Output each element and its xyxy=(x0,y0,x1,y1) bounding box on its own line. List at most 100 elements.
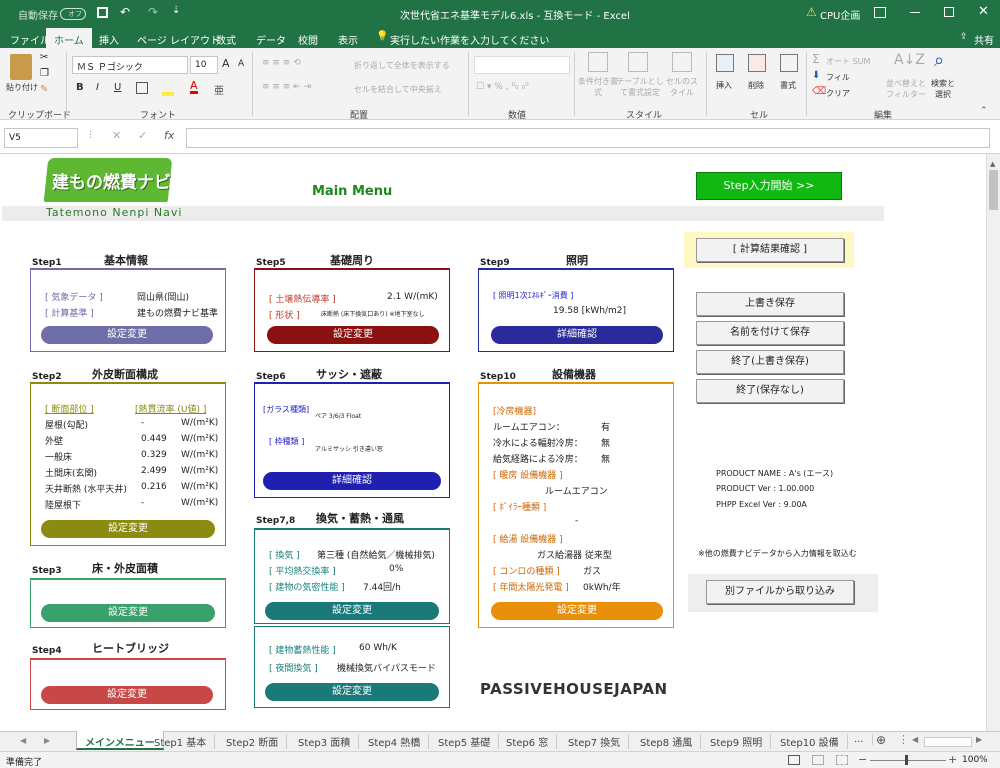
step3-edit-button[interactable]: 設定変更 xyxy=(41,604,215,622)
sheet-tab[interactable]: ... xyxy=(846,734,873,745)
sheet-tab[interactable]: Step10 設備 xyxy=(772,734,848,749)
tab-file[interactable]: ファイル xyxy=(10,32,50,47)
step10-edit-button[interactable]: 設定変更 xyxy=(491,602,663,620)
exit-save-button[interactable]: 終了(上書き保存) xyxy=(696,350,844,374)
step78-edit-button-2[interactable]: 設定変更 xyxy=(265,683,439,701)
tab-data[interactable]: データ xyxy=(256,32,286,47)
grow-font-icon[interactable]: A xyxy=(222,57,230,70)
scroll-thumb[interactable] xyxy=(989,170,998,210)
autosum-button[interactable]: オート SUM xyxy=(826,56,870,67)
format-painter-icon[interactable]: ✎ xyxy=(40,84,48,95)
zoom-in-icon[interactable]: + xyxy=(948,753,957,766)
step1-edit-button[interactable]: 設定変更 xyxy=(41,326,213,344)
collapse-ribbon-icon[interactable]: ⌃ xyxy=(980,106,988,116)
merge-center-button[interactable]: セルを結合して中央揃え xyxy=(354,84,442,95)
borders-icon[interactable] xyxy=(136,82,148,94)
phonetic-icon[interactable]: 亜 xyxy=(214,82,224,97)
insert-cells-icon[interactable] xyxy=(716,54,734,72)
formula-input[interactable] xyxy=(186,128,990,148)
sheet-tab[interactable]: Step9 照明 xyxy=(702,734,772,749)
delete-cells-button[interactable]: 削除 xyxy=(748,80,764,91)
clear-icon[interactable]: ⌫ xyxy=(812,86,826,97)
scroll-up-icon[interactable]: ▲ xyxy=(990,160,995,168)
tab-next-icon[interactable]: ▶ xyxy=(44,736,50,745)
step-start-button[interactable]: Step入力開始 >> xyxy=(696,172,842,200)
paste-button[interactable]: 貼り付け xyxy=(6,82,38,93)
align-top-icon[interactable]: ≡ ≡ ≡ ⟲ xyxy=(262,58,301,68)
save-icon[interactable] xyxy=(97,7,108,18)
find-select-icon[interactable]: ⌕ xyxy=(934,50,944,71)
bold-icon[interactable]: B xyxy=(76,82,84,93)
autosave-toggle[interactable]: オフ xyxy=(60,8,86,20)
zoom-slider-thumb[interactable] xyxy=(905,755,908,765)
insert-cells-button[interactable]: 挿入 xyxy=(716,80,732,91)
tab-page-layout[interactable]: ページ レイアウト xyxy=(137,32,220,47)
wrap-text-button[interactable]: 折り返して全体を表示する xyxy=(354,60,450,71)
vertical-scrollbar[interactable]: ▲ xyxy=(986,154,1000,731)
import-file-button[interactable]: 別ファイルから取り込み xyxy=(706,580,854,604)
sheet-tab[interactable]: Step1 基本 xyxy=(146,734,216,749)
tab-insert[interactable]: 挿入 xyxy=(99,32,119,47)
tab-review[interactable]: 校閲 xyxy=(298,32,318,47)
save-as-button[interactable]: 名前を付けて保存 xyxy=(696,321,844,345)
sort-filter-button[interactable]: 並べ替えとフィルター xyxy=(886,78,926,100)
percent-icon[interactable]: ☐ ▾ % ‚ ⁰₀ ₀⁰ xyxy=(476,82,529,92)
sheet-tab[interactable]: Step4 熱橋 xyxy=(360,734,430,749)
page-layout-view-icon[interactable] xyxy=(812,755,824,765)
cut-icon[interactable]: ✂ xyxy=(40,52,48,63)
step4-edit-button[interactable]: 設定変更 xyxy=(41,686,213,704)
delete-cells-icon[interactable] xyxy=(748,54,766,72)
normal-view-icon[interactable] xyxy=(788,755,800,765)
insert-function-icon[interactable]: fx xyxy=(164,129,174,142)
autosum-icon[interactable]: Σ xyxy=(812,52,820,66)
copy-icon[interactable]: ❐ xyxy=(40,68,49,79)
enter-icon[interactable]: ✓ xyxy=(138,129,147,142)
sheet-tab[interactable]: Step6 窓 xyxy=(498,734,558,749)
sheet-options-icon[interactable]: ⋮ xyxy=(898,733,909,746)
hscroll-left-icon[interactable]: ◀ xyxy=(912,735,918,744)
font-size-combo[interactable]: 10 xyxy=(190,56,218,74)
page-break-view-icon[interactable] xyxy=(836,755,848,765)
tab-view[interactable]: 表示 xyxy=(338,32,358,47)
redo-icon[interactable]: ↷ xyxy=(148,5,158,19)
minimize-icon[interactable] xyxy=(910,12,920,13)
format-cells-button[interactable]: 書式 xyxy=(780,80,796,91)
sheet-tab[interactable]: Step2 断面 xyxy=(218,734,288,749)
step6-detail-button[interactable]: 詳細確認 xyxy=(263,472,441,490)
tab-prev-icon[interactable]: ◀ xyxy=(20,736,26,745)
find-select-button[interactable]: 検索と選択 xyxy=(928,78,958,100)
name-box[interactable]: V5 xyxy=(4,128,78,148)
zoom-out-icon[interactable]: − xyxy=(858,753,867,766)
cell-styles-icon[interactable] xyxy=(672,52,692,72)
tab-home[interactable]: ホーム xyxy=(46,28,92,48)
zoom-level[interactable]: 100% xyxy=(962,755,988,765)
horizontal-scrollbar[interactable] xyxy=(924,737,972,747)
format-table-icon[interactable] xyxy=(628,52,648,72)
maximize-icon[interactable] xyxy=(944,7,954,17)
fill-icon[interactable]: ⬇ xyxy=(812,70,820,81)
underline-icon[interactable]: U xyxy=(114,82,121,93)
step9-detail-button[interactable]: 詳細確認 xyxy=(491,326,663,344)
number-format-combo[interactable] xyxy=(474,56,570,74)
cell-styles-button[interactable]: セルのスタイル xyxy=(664,76,700,98)
hscroll-right-icon[interactable]: ▶ xyxy=(976,735,982,744)
conditional-format-icon[interactable] xyxy=(588,52,608,72)
tell-me-input[interactable]: 実行したい作業を入力してください xyxy=(390,32,549,47)
step78-edit-button[interactable]: 設定変更 xyxy=(265,602,439,620)
font-name-combo[interactable]: ＭＳ Ｐゴシック xyxy=(72,56,188,74)
ribbon-display-icon[interactable] xyxy=(874,7,886,18)
clear-button[interactable]: クリア xyxy=(826,88,850,99)
format-as-table-button[interactable]: テーブルとして書式設定 xyxy=(614,76,666,98)
save-button[interactable]: 上書き保存 xyxy=(696,292,844,316)
share-button[interactable]: 共有 xyxy=(974,32,994,47)
customize-qat-icon[interactable]: ⇣ xyxy=(172,5,180,16)
account-name[interactable]: CPU企画 xyxy=(820,7,860,22)
zoom-slider[interactable] xyxy=(870,760,946,761)
sheet-tab[interactable]: Step5 基礎 xyxy=(430,734,500,749)
italic-icon[interactable]: I xyxy=(96,82,99,93)
sheet-tab[interactable]: Step3 面積 xyxy=(290,734,360,749)
conditional-format-button[interactable]: 条件付き書式 xyxy=(578,76,618,98)
sort-filter-icon[interactable]: A↓Z xyxy=(894,52,925,68)
step5-edit-button[interactable]: 設定変更 xyxy=(267,326,439,344)
shrink-font-icon[interactable]: A xyxy=(238,59,244,69)
